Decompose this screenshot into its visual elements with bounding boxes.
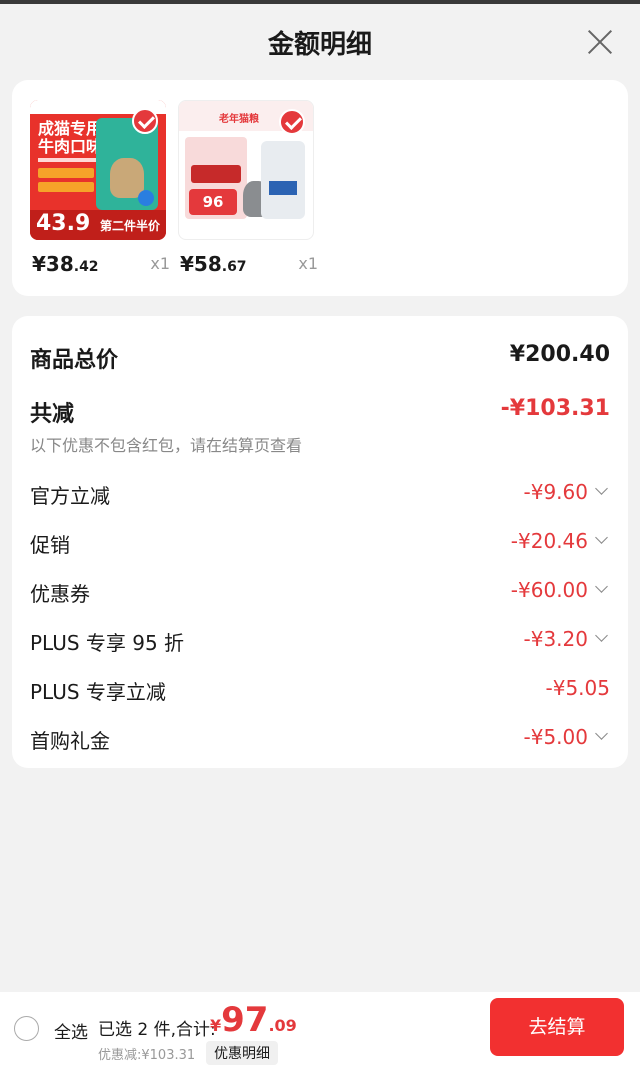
selected-check-icon[interactable] [132, 108, 158, 134]
discount-row-plus-95[interactable]: PLUS 专享 95 折 -¥3.20 [30, 627, 610, 655]
cart-total: ¥97.09 [210, 1000, 297, 1040]
total-reduction-row: 共减 -¥103.31 [30, 396, 610, 427]
product-image[interactable]: 老年猫粮 96 [178, 100, 314, 240]
discount-row-first-purchase[interactable]: 首购礼金 -¥5.00 [30, 725, 610, 753]
discount-summary: 优惠减:¥103.31 [98, 1048, 196, 1063]
product-list-card: 成猫专用 牛肉口味 43.9 第二件半价 ¥38.42 x1 老年猫粮 96 ¥… [12, 80, 628, 296]
discount-value: -¥5.00 [523, 725, 588, 749]
discount-value: -¥3.20 [523, 627, 588, 651]
discount-value: -¥5.05 [545, 676, 610, 700]
total-price-label: 商品总价 [30, 348, 119, 373]
discount-label: 促销 [30, 533, 70, 557]
discount-value: -¥60.00 [510, 578, 588, 602]
product-item[interactable]: 成猫专用 牛肉口味 43.9 第二件半价 ¥38.42 x1 [30, 100, 170, 276]
discount-label: 首购礼金 [30, 729, 110, 753]
discount-label: 官方立减 [30, 484, 110, 508]
product-image[interactable]: 成猫专用 牛肉口味 43.9 第二件半价 [30, 100, 166, 240]
total-price-row: 商品总价 ¥200.40 [30, 342, 610, 373]
total-reduction-value: -¥103.31 [500, 396, 610, 421]
discount-value: -¥9.60 [523, 480, 588, 504]
product-price-row: ¥38.42 x1 [30, 252, 170, 282]
product-quantity: x1 [298, 254, 318, 273]
product-image-price: 43.9 [36, 211, 91, 236]
discount-row-official[interactable]: 官方立减 -¥9.60 [30, 480, 610, 508]
chevron-down-icon[interactable] [595, 727, 608, 740]
feature-chip [38, 182, 94, 192]
selected-check-icon[interactable] [279, 109, 305, 135]
page-title: 金额明细 [267, 30, 372, 60]
product-image-price: 96 [189, 189, 237, 215]
discount-label: 优惠券 [30, 582, 90, 606]
total-reduction-label: 共减 [30, 402, 75, 427]
feature-chip [38, 168, 94, 178]
discount-note: 以下优惠不包含红包，请在结算页查看 [30, 436, 303, 455]
product-quantity: x1 [150, 254, 170, 273]
discount-row-coupon[interactable]: 优惠券 -¥60.00 [30, 578, 610, 606]
selected-count: 已选 2 件,合计: [98, 1020, 216, 1040]
product-item[interactable]: 老年猫粮 96 ¥58.67 x1 [178, 100, 318, 276]
amount-detail-sheet: 金额明细 成猫专用 牛肉口味 43.9 第二件半价 ¥38.42 x1 老年猫粮… [0, 4, 640, 1091]
product-image-headline: 成猫专用 牛肉口味 [38, 119, 103, 156]
chevron-down-icon[interactable] [595, 629, 608, 642]
discount-detail-button[interactable]: 优惠明细 [206, 1041, 278, 1065]
chevron-down-icon[interactable] [595, 580, 608, 593]
discount-label: PLUS 专享立减 [30, 680, 166, 704]
discount-value: -¥20.46 [510, 529, 588, 553]
close-icon[interactable] [586, 28, 614, 56]
product-price-row: ¥58.67 x1 [178, 252, 318, 282]
discount-row-plus-reduce: PLUS 专享立减 -¥5.05 [30, 676, 610, 704]
discount-row-promotion[interactable]: 促销 -¥20.46 [30, 529, 610, 557]
chevron-down-icon[interactable] [595, 482, 608, 495]
product-price: ¥58.67 [180, 252, 247, 276]
discount-label: PLUS 专享 95 折 [30, 631, 185, 655]
total-price-value: ¥200.40 [509, 342, 610, 367]
price-breakdown-card: 商品总价 ¥200.40 共减 -¥103.31 以下优惠不包含红包，请在结算页… [12, 316, 628, 768]
product-price: ¥38.42 [32, 252, 99, 276]
chevron-down-icon[interactable] [595, 531, 608, 544]
product-image-promo: 第二件半价 [99, 219, 160, 233]
cat-food-bag-image [261, 141, 305, 219]
checkout-button[interactable]: 去结算 [490, 998, 624, 1056]
product-image-price-strip: 43.9 第二件半价 [30, 210, 166, 240]
select-all-radio[interactable] [14, 1016, 39, 1041]
select-all-label[interactable]: 全选 [54, 1018, 88, 1043]
sheet-header: 金额明细 [0, 4, 640, 80]
checkout-bar: 全选 已选 2 件,合计: ¥97.09 优惠减:¥103.31 优惠明细 去结… [0, 992, 640, 1091]
